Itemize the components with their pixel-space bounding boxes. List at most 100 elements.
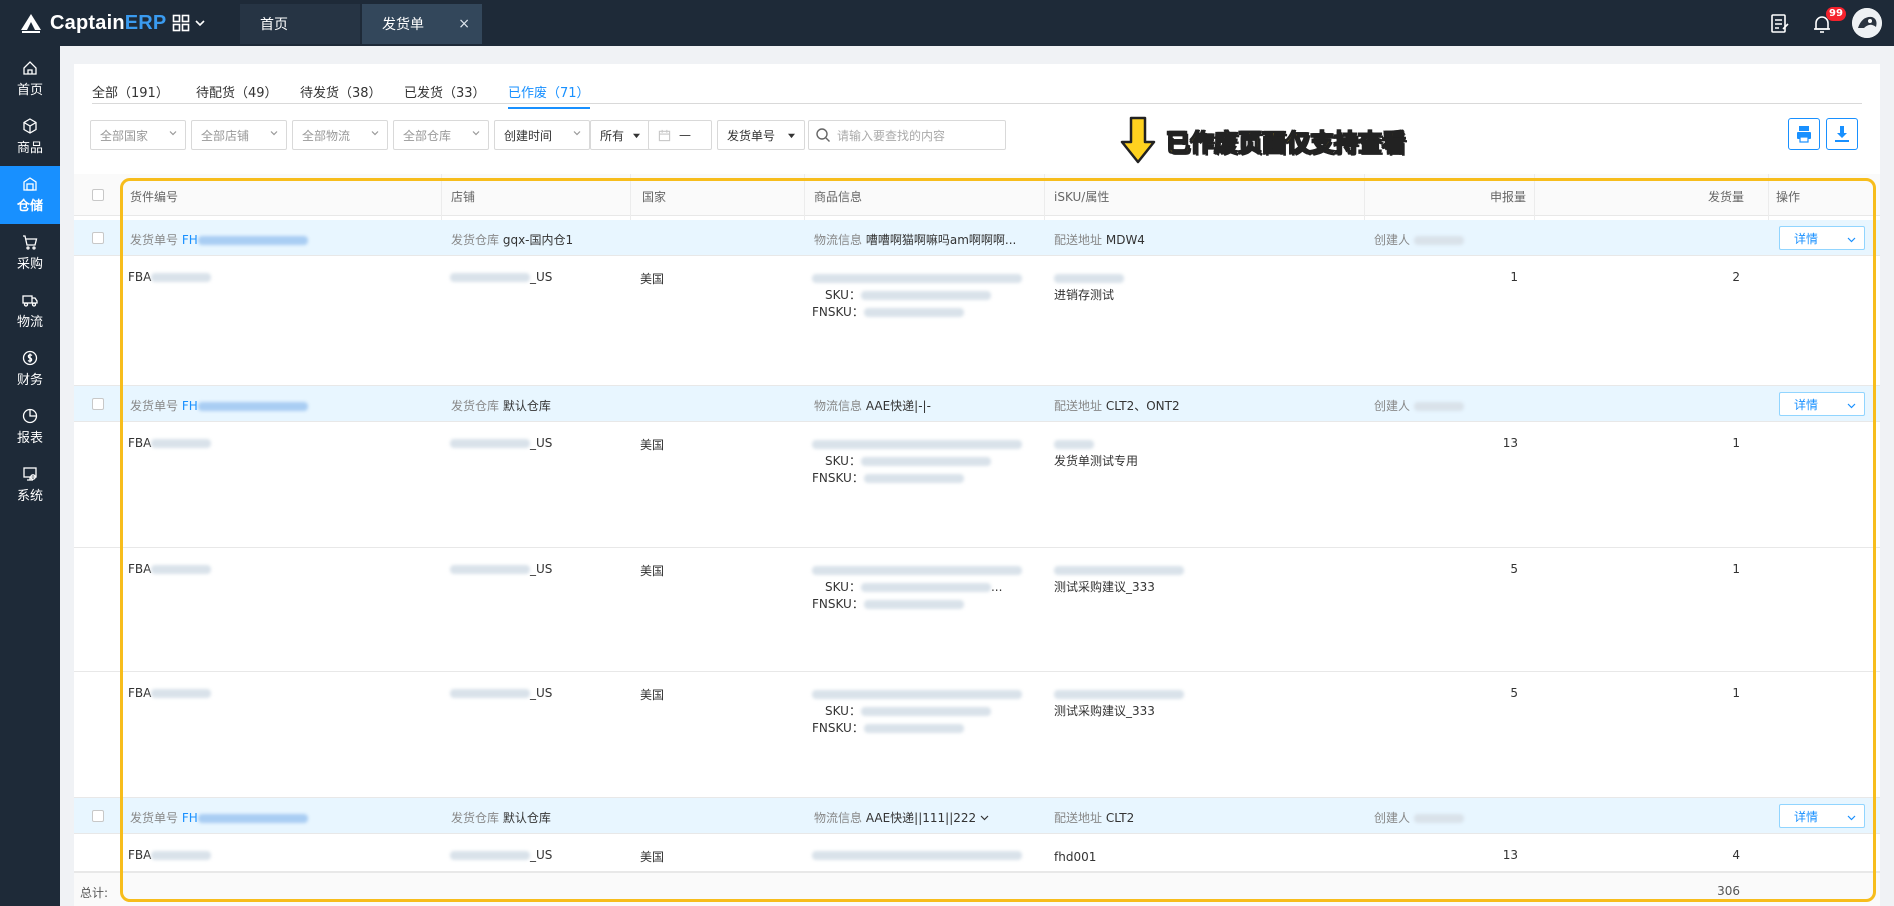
warehouse: 发货仓库 默认仓库 [451,399,551,413]
sidebar-item-purchase[interactable]: 采购 [0,224,60,282]
report-icon [22,408,38,424]
detail-button[interactable]: 详情 [1779,392,1865,416]
chevron-down-icon [472,131,480,136]
sidebar-item-warehouse[interactable]: 仓储 [0,166,60,224]
time-range-select[interactable]: 所有 [590,120,650,150]
search-placeholder: 请输入要查找的内容 [837,128,946,143]
chevron-down-icon [1847,815,1856,821]
table-row: FBA _US 美国 SKU： FNSKU： 发货单测试专用 13 1 [74,422,1880,548]
store-select[interactable]: 全部店铺 [191,120,287,150]
avatar[interactable] [1852,8,1882,38]
notification-badge: 99 [1826,7,1846,21]
sidebar-item-label: 报表 [16,431,43,446]
row-checkbox[interactable] [92,232,104,244]
select-all-checkbox[interactable] [92,189,104,201]
hint-annotation: 已作废页面仅支持查看 [1120,116,1407,164]
product-info: SKU： FNSKU： [812,270,1022,321]
delivery-address: 配送地址 CLT2、ONT2 [1054,399,1180,413]
sidebar-item-finance[interactable]: 财务 [0,340,60,398]
cart-icon [23,235,38,250]
chevron-down-icon [195,20,205,27]
store-name: _US [450,436,552,450]
chevron-down-icon [270,131,278,136]
table-footer-total: 总计: 306 [74,872,1880,906]
country: 美国 [640,688,665,702]
th-country: 国家 [642,190,667,204]
shipped-qty: 1 [1732,686,1740,700]
status-tab-voided[interactable]: 已作废（71） [508,82,590,109]
product-info: SKU： FNSKU： [812,436,1022,487]
search-type-select[interactable]: 发货单号 [717,120,805,150]
sidebar-item-reports[interactable]: 报表 [0,398,60,456]
row-checkbox[interactable] [92,810,104,822]
creator: 创建人 [1374,397,1464,414]
warehouse: 发货仓库 gqx-国内仓1 [451,233,574,247]
logistics-select[interactable]: 全部物流 [292,120,388,150]
row-checkbox[interactable] [92,398,104,410]
sidebar-item-products[interactable]: 商品 [0,108,60,166]
store-name: _US [450,270,552,284]
cargo-no: FBA [128,436,212,450]
sidebar: 首页 商品 仓储 采购 物流 财务 报表 系统 [0,46,60,906]
cargo-no: FBA [128,270,212,284]
status-tab-pending-allocation[interactable]: 待配货（49） [196,82,278,107]
status-tab-shipped[interactable]: 已发货（33） [404,82,486,107]
status-tab-all[interactable]: 全部（191） [92,82,169,107]
sidebar-item-system[interactable]: 系统 [0,456,60,514]
chevron-down-icon [371,131,379,136]
close-icon[interactable]: × [458,16,470,32]
sidebar-item-label: 仓储 [16,199,43,214]
country-select[interactable]: 全部国家 [90,120,186,150]
truck-icon [22,295,38,307]
country-select-value: 全部国家 [100,128,149,143]
logistics-select-value: 全部物流 [302,128,351,143]
order-no: 发货单号 FH [130,397,308,414]
sidebar-item-label: 采购 [16,257,43,272]
shipped-qty: 1 [1732,436,1740,450]
brand-name: CaptainERP [50,11,167,34]
chevron-down-icon [573,131,581,136]
time-type-select[interactable]: 创建时间 [494,120,590,150]
order-group-header: 发货单号 FH 发货仓库 gqx-国内仓1 物流信息 嘈嘈啊猫啊嘛吗am啊啊啊.… [74,220,1880,256]
sidebar-item-label: 物流 [16,315,43,330]
download-icon [1835,126,1849,142]
warehouse-select[interactable]: 全部仓库 [393,120,489,150]
hint-text: 已作废页面仅支持查看 [1166,128,1407,157]
captain-logo-icon [21,14,41,33]
warehouse-select-value: 全部仓库 [403,128,452,143]
detail-button[interactable]: 详情 [1779,804,1865,828]
sidebar-item-logistics[interactable]: 物流 [0,282,60,340]
product-info: SKU：... FNSKU： [812,562,1022,613]
shipping-order-table: 货件编号 店铺 国家 商品信息 iSKU/属性 申报量 发货量 操作 发货单号 … [74,174,1880,906]
user-avatar-icon [1852,8,1882,38]
tab-shipping-orders[interactable]: 发货单 × [362,4,482,44]
warehouse: 发货仓库 默认仓库 [451,811,551,825]
logo[interactable]: CaptainERP [18,10,166,36]
main-panel: 全部（191） 待配货（49） 待发货（38） 已发货（33） 已作废（71） … [74,64,1880,906]
export-button[interactable] [1826,118,1858,150]
declared-qty: 5 [1510,562,1518,576]
declared-qty: 13 [1502,436,1518,450]
delivery-address: 配送地址 MDW4 [1054,233,1145,247]
order-group-header: 发货单号 FH 发货仓库 默认仓库 物流信息 AAE快递||111||222 配… [74,798,1880,834]
task-list-icon[interactable] [1768,12,1792,36]
sidebar-item-home[interactable]: 首页 [0,50,60,108]
print-button[interactable] [1788,118,1820,150]
store-select-value: 全部店铺 [201,128,250,143]
tab-home[interactable]: 首页 [240,4,360,44]
search-input[interactable]: 请输入要查找的内容 [808,120,1006,150]
home-icon [23,61,37,75]
table-row: FBA _US 美国 SKU：... FNSKU： 测试采购建议_333 5 1 [74,548,1880,672]
search-type-value: 发货单号 [727,128,776,143]
grid-icon [172,14,190,32]
detail-button[interactable]: 详情 [1779,226,1865,250]
caret-down-icon [633,133,640,139]
status-tab-pending-shipment[interactable]: 待发货（38） [300,82,382,107]
tab-shipping-label: 发货单 [382,17,424,33]
table-row: FBA _US 美国 SKU： FNSKU： 测试采购建议_333 5 1 [74,672,1880,798]
logistics-info[interactable]: 物流信息 AAE快递||111||222 [814,809,989,826]
app-switcher-button[interactable] [172,12,214,34]
table-row: FBA _US 美国 fhd001 13 4 [74,834,1880,872]
date-range-picker[interactable]: — [648,120,712,150]
isku-attr: fhd001 [1054,850,1097,864]
